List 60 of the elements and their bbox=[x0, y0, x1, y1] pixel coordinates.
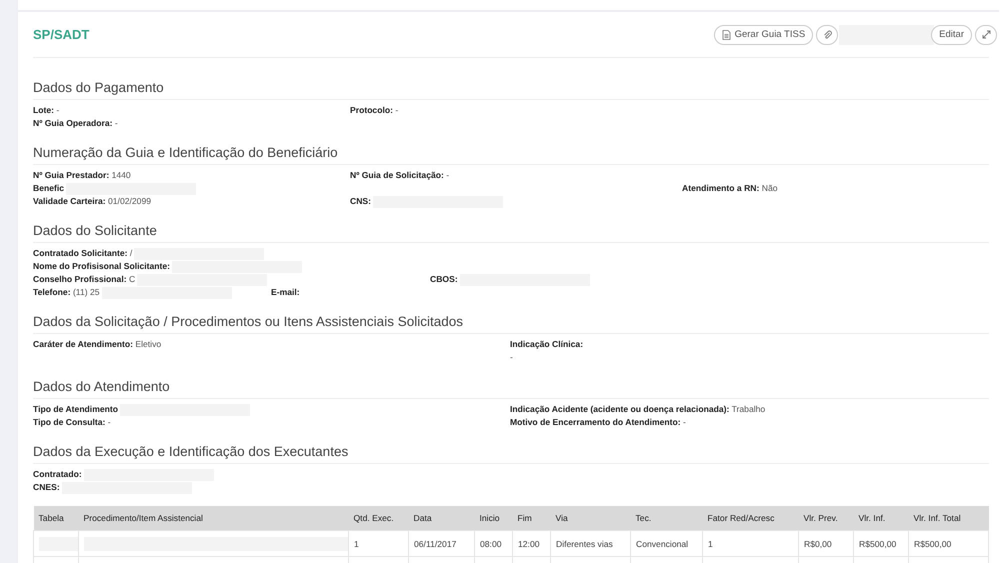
section-heading: Dados do Atendimento bbox=[33, 376, 989, 399]
edit-button[interactable]: Editar bbox=[931, 24, 972, 44]
field-text: Caráter de Atendimento: Eletivo bbox=[33, 338, 162, 351]
section-heading: Dados da Solicitação / Procedimentos ou Itens Assistenciais Solicitados bbox=[33, 311, 989, 334]
field-text: Contratado Solicitante: / bbox=[33, 247, 132, 260]
field-text: Motivo de Encerramento do Atendimento: - bbox=[510, 416, 686, 429]
table-cell: Convencional bbox=[630, 530, 702, 556]
column-header: Via bbox=[550, 506, 630, 530]
column-header: Inicio bbox=[474, 506, 512, 530]
section-heading: Dados do Solicitante bbox=[33, 220, 989, 243]
document-icon bbox=[722, 30, 731, 40]
column-header: Data bbox=[408, 506, 474, 530]
column-header: Fim bbox=[512, 506, 550, 530]
paperclip-icon bbox=[822, 30, 832, 40]
field-text: Benefic bbox=[33, 182, 64, 195]
field-text: Tipo de Consulta: - bbox=[33, 416, 111, 429]
field-value: - bbox=[510, 352, 513, 362]
field-text: Lote: - bbox=[33, 104, 60, 117]
column-header: Tec. bbox=[630, 506, 702, 530]
attach-button[interactable] bbox=[816, 24, 838, 44]
field-text: CNS: bbox=[350, 195, 372, 208]
table-cell: 06/11/2017 bbox=[408, 530, 474, 556]
field-text: Nome do Profisisonal Solicitante: bbox=[33, 260, 170, 273]
column-header: Vlr. Inf. Total bbox=[908, 506, 988, 530]
field-text: Nº Guia Operadora: - bbox=[33, 117, 118, 130]
section-heading: Dados da Execução e Identificação dos Executantes bbox=[33, 441, 989, 464]
field-text: E-mail: bbox=[271, 286, 300, 299]
table-cell: 08:00 bbox=[474, 530, 512, 556]
section-heading: Dados do Pagamento bbox=[33, 77, 989, 100]
column-header: Vlr. Prev. bbox=[798, 506, 854, 530]
field-text: Indicação Acidente (acidente ou doença relacionada): Trabalho bbox=[510, 403, 766, 416]
section-heading: Numeração da Guia e Identificação do Beneficiário bbox=[33, 142, 989, 165]
table-cell: 1 bbox=[702, 530, 798, 556]
field-text: Nº Guia de Solicitação: - bbox=[350, 169, 450, 182]
table-cell: R$500,00 bbox=[854, 530, 908, 556]
field-text: Conselho Profissional: C bbox=[33, 273, 136, 286]
table-cell: R$0,00 bbox=[798, 530, 854, 556]
column-header: Fator Red/Acresc bbox=[702, 506, 798, 530]
field-text: Atendimento a RN: Não bbox=[682, 182, 778, 195]
table-cell: R$500,00 bbox=[908, 530, 988, 556]
table-cell: 12:00 bbox=[512, 530, 550, 556]
column-header: Tabela bbox=[34, 506, 78, 530]
field-text: Validade Carteira: 01/02/2099 bbox=[33, 195, 152, 208]
table-cell: Diferentes vias bbox=[550, 530, 630, 556]
table-cell: 1 bbox=[348, 530, 408, 556]
field-text: CNES: bbox=[33, 481, 60, 494]
expand-icon bbox=[982, 30, 990, 39]
expand-button[interactable] bbox=[975, 24, 997, 44]
generate-button[interactable]: Gerar Guia TISS bbox=[714, 24, 814, 44]
field-text: Indicação Clínica: bbox=[510, 339, 584, 349]
column-header: Qtd. Exec. bbox=[348, 506, 408, 530]
field-text: Protocolo: - bbox=[350, 104, 398, 117]
column-header: Vlr. Inf. bbox=[854, 506, 908, 530]
field-text: Telefone: (11) 25 bbox=[33, 286, 100, 299]
column-header: Procedimento/Item Assistencial bbox=[78, 506, 348, 530]
field-text: CBOS: bbox=[430, 273, 458, 286]
field-text: Tipo de Atendimento bbox=[33, 403, 118, 416]
field-text: Nº Guia Prestador: 1440 bbox=[33, 169, 131, 182]
page-title: SP/SADT bbox=[33, 27, 90, 42]
field-text: Contratado: bbox=[33, 468, 82, 481]
